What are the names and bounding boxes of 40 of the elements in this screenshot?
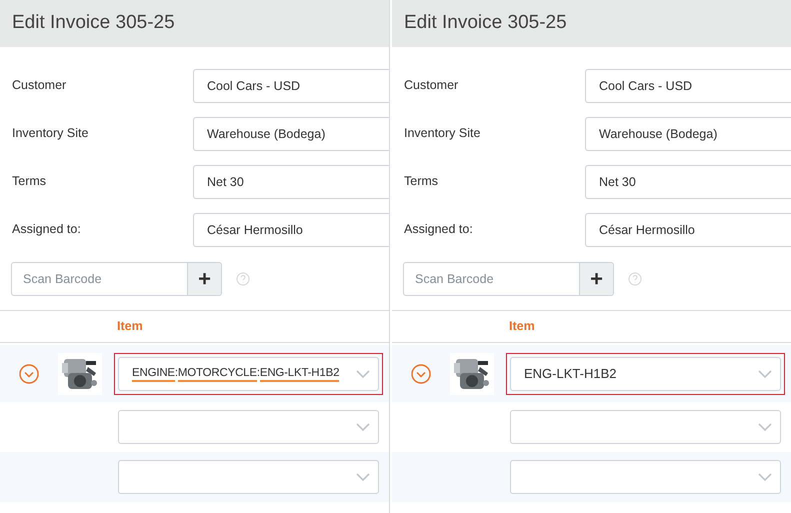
column-header: Item: [509, 318, 535, 336]
item-select[interactable]: [510, 410, 781, 444]
field-label: Customer: [403, 77, 460, 94]
item-value: ENG-LKT-H1B2: [524, 364, 616, 383]
input-field[interactable]: Warehouse (Bodega): [585, 117, 791, 151]
chevron-down-icon: [758, 370, 772, 378]
field-label: Inventory Site: [11, 125, 90, 142]
page-title: Edit Invoice 305-25: [404, 11, 567, 36]
chevron-down-icon: [758, 473, 772, 481]
item-select[interactable]: [510, 460, 781, 494]
input-field[interactable]: Warehouse (Bodega): [193, 117, 389, 151]
input-field[interactable]: Cool Cars - USD: [193, 69, 389, 103]
input-field[interactable]: César Hermosillo: [193, 213, 389, 247]
chevron-down-icon: [356, 423, 370, 431]
field-label: Inventory Site: [403, 125, 482, 142]
expand-icon[interactable]: [19, 364, 39, 384]
chevron-down-icon: [356, 370, 370, 378]
expand-icon[interactable]: [411, 364, 431, 384]
item-select[interactable]: ENG-LKT-H1B2: [510, 356, 781, 390]
item-select[interactable]: [118, 460, 379, 494]
field-label: Assigned to:: [403, 221, 474, 238]
field-label: Assigned to:: [11, 221, 82, 238]
field-label: Customer: [11, 77, 68, 94]
field-label: Terms: [403, 173, 440, 190]
add-button[interactable]: +: [188, 262, 222, 296]
input-field[interactable]: César Hermosillo: [585, 213, 791, 247]
item-value: ENGINE:MOTORCYCLE:ENG-LKT-H1B2: [132, 364, 340, 382]
chevron-down-icon: [356, 473, 370, 481]
help-icon: [236, 272, 250, 286]
input-field[interactable]: Net 30: [585, 165, 791, 199]
field-label: Terms: [11, 173, 48, 190]
input-field[interactable]: Cool Cars - USD: [585, 69, 791, 103]
add-button[interactable]: +: [580, 262, 614, 296]
item-select[interactable]: ENGINE:MOTORCYCLE:ENG-LKT-H1B2: [118, 356, 379, 390]
input-field[interactable]: Net 30: [193, 165, 389, 199]
chevron-down-icon: [758, 423, 772, 431]
page-title: Edit Invoice 305-25: [12, 11, 175, 36]
help-icon: [628, 272, 642, 286]
column-header: Item: [117, 318, 143, 336]
item-select[interactable]: [118, 410, 379, 444]
